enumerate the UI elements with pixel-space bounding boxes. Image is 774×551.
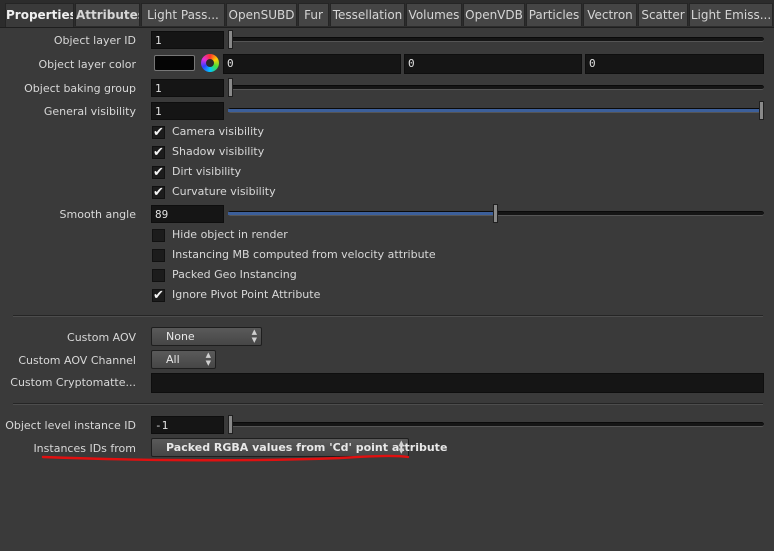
tab-light-emission[interactable]: Light Emiss... bbox=[689, 3, 773, 26]
general-visibility-slider[interactable] bbox=[228, 108, 764, 113]
tab-bar: Properties Attributes Light Pass... Open… bbox=[0, 0, 774, 28]
dirt-visibility-checkbox-row[interactable]: ✔ Dirt visibility bbox=[152, 164, 452, 182]
tab-fur[interactable]: Fur bbox=[298, 3, 329, 26]
slider-fill bbox=[228, 212, 493, 215]
tab-opensubd[interactable]: OpenSUBD bbox=[226, 3, 297, 26]
object-layer-color-label: Object layer color bbox=[38, 58, 136, 71]
tab-tessellation[interactable]: Tessellation bbox=[330, 3, 405, 26]
packed-geo-instancing-checkbox-row[interactable]: Packed Geo Instancing bbox=[152, 267, 552, 285]
color-b-field[interactable]: 0 bbox=[585, 54, 764, 74]
slider-fill bbox=[228, 109, 764, 112]
curvature-visibility-label: Curvature visibility bbox=[172, 185, 276, 198]
object-baking-group-slider-handle[interactable] bbox=[228, 78, 233, 97]
camera-visibility-checkbox-row[interactable]: ✔ Camera visibility bbox=[152, 124, 452, 142]
custom-aov-channel-dropdown[interactable]: All ▲ ▼ bbox=[151, 350, 216, 369]
object-layer-id-slider-handle[interactable] bbox=[228, 30, 233, 49]
tab-attributes[interactable]: Attributes bbox=[75, 3, 140, 26]
smooth-angle-slider-handle[interactable] bbox=[492, 204, 498, 223]
color-r-field[interactable]: 0 bbox=[223, 54, 401, 74]
dropdown-arrows-icon: ▲ ▼ bbox=[251, 328, 257, 344]
dirt-visibility-label: Dirt visibility bbox=[172, 165, 242, 178]
color-wheel-icon[interactable] bbox=[201, 54, 219, 72]
object-baking-group-label: Object baking group bbox=[24, 82, 136, 95]
instancing-mb-checkbox-row[interactable]: Instancing MB computed from velocity att… bbox=[152, 247, 552, 265]
ignore-pivot-label: Ignore Pivot Point Attribute bbox=[172, 288, 321, 301]
color-g-field[interactable]: 0 bbox=[404, 54, 582, 74]
object-layer-id-field[interactable]: 1 bbox=[151, 31, 224, 49]
section-divider bbox=[13, 315, 763, 317]
instancing-mb-checkbox[interactable] bbox=[152, 249, 165, 262]
instancing-mb-label: Instancing MB computed from velocity att… bbox=[172, 248, 436, 261]
general-visibility-field[interactable]: 1 bbox=[151, 102, 224, 120]
object-baking-group-field[interactable]: 1 bbox=[151, 79, 224, 97]
shadow-visibility-checkbox-row[interactable]: ✔ Shadow visibility bbox=[152, 144, 452, 162]
object-level-instance-id-field[interactable]: -1 bbox=[151, 416, 224, 434]
custom-aov-value: None bbox=[166, 330, 195, 343]
custom-aov-channel-label: Custom AOV Channel bbox=[18, 354, 136, 367]
dropdown-arrows-icon: ▲ ▼ bbox=[205, 351, 211, 367]
object-level-instance-id-label: Object level instance ID bbox=[5, 419, 136, 432]
packed-geo-instancing-label: Packed Geo Instancing bbox=[172, 268, 297, 281]
shadow-visibility-checkbox[interactable]: ✔ bbox=[152, 146, 165, 159]
tab-vectron[interactable]: Vectron bbox=[583, 3, 637, 26]
tab-particles[interactable]: Particles bbox=[526, 3, 582, 26]
camera-visibility-label: Camera visibility bbox=[172, 125, 264, 138]
object-level-instance-id-slider-handle[interactable] bbox=[228, 415, 233, 434]
tab-properties[interactable]: Properties bbox=[5, 3, 74, 27]
object-level-instance-id-slider[interactable] bbox=[228, 422, 764, 427]
hide-object-label: Hide object in render bbox=[172, 228, 288, 241]
general-visibility-slider-handle[interactable] bbox=[759, 101, 764, 120]
object-layer-id-label: Object layer ID bbox=[53, 34, 136, 47]
general-visibility-label: General visibility bbox=[43, 105, 136, 118]
custom-cryptomatte-field[interactable] bbox=[151, 373, 764, 393]
object-layer-id-slider[interactable] bbox=[228, 37, 764, 42]
curvature-visibility-checkbox[interactable]: ✔ bbox=[152, 186, 165, 199]
red-underline-annotation bbox=[41, 454, 410, 462]
packed-geo-instancing-checkbox[interactable] bbox=[152, 269, 165, 282]
tab-volumes[interactable]: Volumes bbox=[406, 3, 462, 26]
hide-object-checkbox[interactable] bbox=[152, 229, 165, 242]
tab-scatter[interactable]: Scatter bbox=[638, 3, 688, 26]
dirt-visibility-checkbox[interactable]: ✔ bbox=[152, 166, 165, 179]
smooth-angle-field[interactable]: 89 bbox=[151, 205, 224, 223]
custom-cryptomatte-label: Custom Cryptomatte... bbox=[10, 376, 136, 389]
custom-aov-channel-value: All bbox=[166, 353, 180, 366]
curvature-visibility-checkbox-row[interactable]: ✔ Curvature visibility bbox=[152, 184, 452, 202]
custom-aov-label: Custom AOV bbox=[67, 331, 136, 344]
ignore-pivot-checkbox[interactable]: ✔ bbox=[152, 289, 165, 302]
smooth-angle-label: Smooth angle bbox=[59, 208, 136, 221]
ignore-pivot-checkbox-row[interactable]: ✔ Ignore Pivot Point Attribute bbox=[152, 287, 552, 305]
tab-light-pass[interactable]: Light Pass... bbox=[141, 3, 225, 26]
shadow-visibility-label: Shadow visibility bbox=[172, 145, 265, 158]
hide-object-checkbox-row[interactable]: Hide object in render bbox=[152, 227, 552, 245]
color-swatch[interactable] bbox=[154, 55, 195, 71]
camera-visibility-checkbox[interactable]: ✔ bbox=[152, 126, 165, 139]
object-baking-group-slider[interactable] bbox=[228, 85, 764, 90]
tab-openvdb[interactable]: OpenVDB bbox=[463, 3, 525, 26]
section-divider bbox=[13, 403, 763, 405]
custom-aov-dropdown[interactable]: None ▲ ▼ bbox=[151, 327, 262, 346]
